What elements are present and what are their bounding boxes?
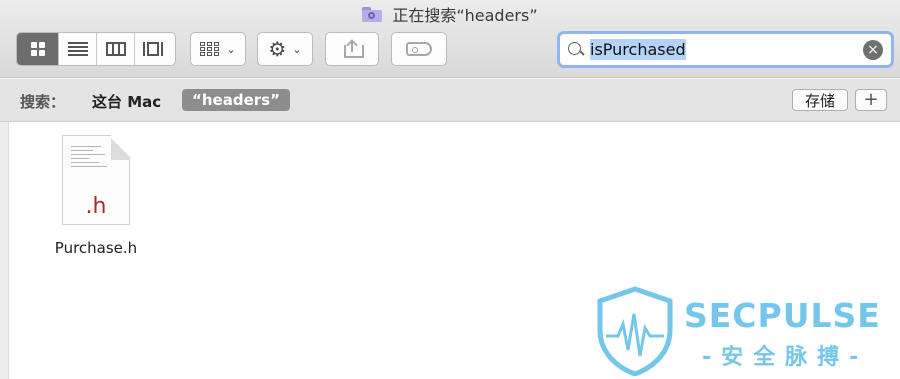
- arrange-button[interactable]: ⌄: [190, 32, 246, 66]
- tag-icon: [406, 42, 432, 56]
- cover-flow-view-button[interactable]: [135, 33, 175, 65]
- scope-this-mac[interactable]: 这台 Mac: [92, 91, 161, 112]
- search-field[interactable]: isPurchased ×: [557, 31, 894, 68]
- file-item[interactable]: .h Purchase.h: [46, 133, 146, 263]
- watermark-name: SECPULSE: [684, 296, 881, 335]
- watermark-subtitle: -安全脉搏-: [702, 345, 869, 370]
- save-search-button[interactable]: 存储: [792, 89, 848, 111]
- cover-flow-icon: [143, 42, 167, 56]
- scope-folder[interactable]: “headers”: [182, 89, 290, 111]
- share-icon: [344, 39, 364, 58]
- grid-arrange-icon: [200, 42, 220, 56]
- search-input[interactable]: isPurchased: [590, 39, 863, 60]
- window-title: 正在搜索“headers”: [0, 4, 900, 25]
- icon-view-icon: [30, 42, 45, 56]
- search-icon: [568, 41, 584, 58]
- list-view-button[interactable]: [59, 33, 97, 65]
- search-query: isPurchased: [590, 39, 686, 60]
- add-criteria-button[interactable]: +: [855, 89, 887, 111]
- chevron-down-icon: ⌄: [226, 42, 236, 56]
- scope-label: 搜索：: [20, 93, 66, 111]
- window-title-text: 正在搜索“headers”: [392, 6, 538, 25]
- column-view-button[interactable]: [97, 33, 135, 65]
- chevron-down-icon: ⌄: [292, 42, 302, 56]
- file-extension: .h: [85, 194, 107, 219]
- smart-folder-icon: [362, 6, 383, 22]
- share-button[interactable]: [325, 32, 379, 66]
- list-view-icon: [67, 42, 88, 56]
- action-button[interactable]: ⚙ ⌄: [257, 32, 313, 66]
- watermark-shield-icon: [597, 286, 673, 376]
- icon-view-button[interactable]: [17, 33, 59, 65]
- tag-button[interactable]: [391, 32, 447, 66]
- view-mode-segment: [16, 32, 176, 66]
- column-view-icon: [105, 42, 126, 56]
- clear-icon[interactable]: ×: [863, 39, 883, 60]
- gear-icon: ⚙: [268, 37, 287, 61]
- search-scope-bar: 搜索： 这台 Mac “headers” 存储 +: [0, 79, 900, 122]
- file-name: Purchase.h: [54, 239, 138, 257]
- page-fold: [111, 135, 130, 160]
- window-toolbar: 正在搜索“headers” ⌄ ⚙ ⌄ isPurchased ×: [0, 0, 900, 78]
- sidebar-edge: [0, 122, 9, 379]
